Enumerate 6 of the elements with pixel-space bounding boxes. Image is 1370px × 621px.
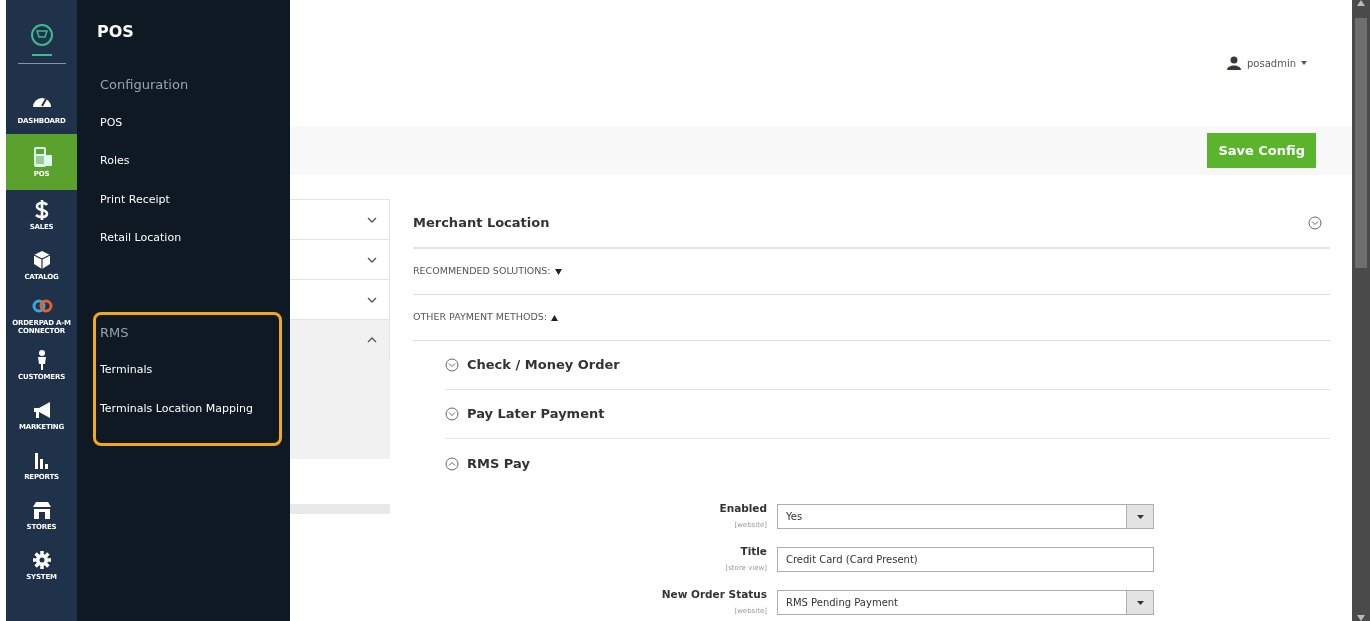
menu-title: POS — [97, 21, 135, 43]
field-label: Enabled — [718, 503, 767, 514]
field-label: New Order Status — [660, 589, 767, 600]
menu-heading: RMS — [100, 323, 130, 342]
menu-heading: Configuration — [100, 76, 190, 94]
field-label: Title — [739, 546, 767, 557]
